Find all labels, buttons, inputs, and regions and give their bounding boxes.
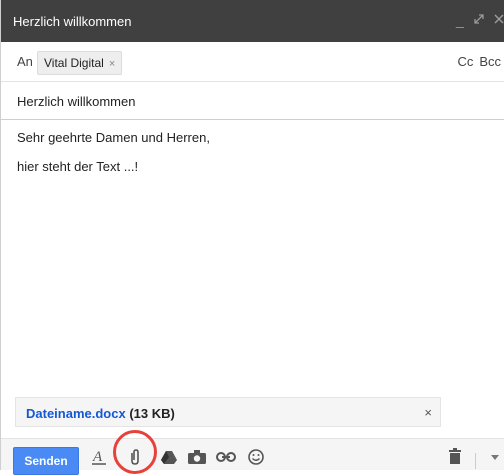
attachment-item: Dateiname.docx (13 KB) × xyxy=(15,397,441,427)
to-label: An xyxy=(17,54,33,69)
bcc-link[interactable]: Bcc xyxy=(479,54,501,69)
more-options-icon[interactable] xyxy=(491,455,499,460)
close-icon[interactable] xyxy=(493,12,504,28)
recipients-row[interactable]: An Vital Digital × Cc Bcc xyxy=(1,42,504,82)
message-body[interactable]: Sehr geehrte Damen und Herren, hier steh… xyxy=(17,130,487,380)
subject-field[interactable]: Herzlich willkommen xyxy=(1,82,504,120)
window-title: Herzlich willkommen xyxy=(13,14,132,29)
trash-icon[interactable] xyxy=(449,448,461,464)
remove-recipient-icon[interactable]: × xyxy=(109,58,115,70)
compose-toolbar: Senden A xyxy=(1,438,504,475)
cc-bcc-links: Cc Bcc xyxy=(451,54,501,69)
toolbar-divider xyxy=(475,453,476,469)
svg-text:A: A xyxy=(92,449,103,465)
attachment-filename: Dateiname.docx xyxy=(26,406,126,421)
body-line: Sehr geehrte Damen und Herren, xyxy=(17,130,210,145)
drive-icon[interactable] xyxy=(161,450,177,464)
remove-attachment-icon[interactable]: × xyxy=(424,405,432,420)
attachment-size: (13 KB) xyxy=(129,406,175,421)
attachment-link[interactable]: Dateiname.docx (13 KB) xyxy=(26,406,175,421)
cc-link[interactable]: Cc xyxy=(457,54,473,69)
compose-window: Herzlich willkommen _ An Vital Digital × … xyxy=(0,0,504,475)
recipient-chip[interactable]: Vital Digital × xyxy=(37,51,123,75)
compose-titlebar[interactable]: Herzlich willkommen _ xyxy=(1,0,504,42)
body-line: hier steht der Text ...! xyxy=(17,159,139,174)
fullscreen-icon[interactable] xyxy=(473,12,485,28)
minimize-icon[interactable]: _ xyxy=(456,12,464,28)
attachment-highlight-circle xyxy=(113,430,157,474)
send-button[interactable]: Senden xyxy=(13,447,79,475)
recipient-name: Vital Digital xyxy=(44,56,104,70)
link-icon[interactable] xyxy=(216,452,236,462)
format-text-icon[interactable]: A xyxy=(91,448,107,466)
photo-icon[interactable] xyxy=(188,450,206,464)
subject-text: Herzlich willkommen xyxy=(17,94,136,109)
emoji-icon[interactable] xyxy=(248,449,264,465)
